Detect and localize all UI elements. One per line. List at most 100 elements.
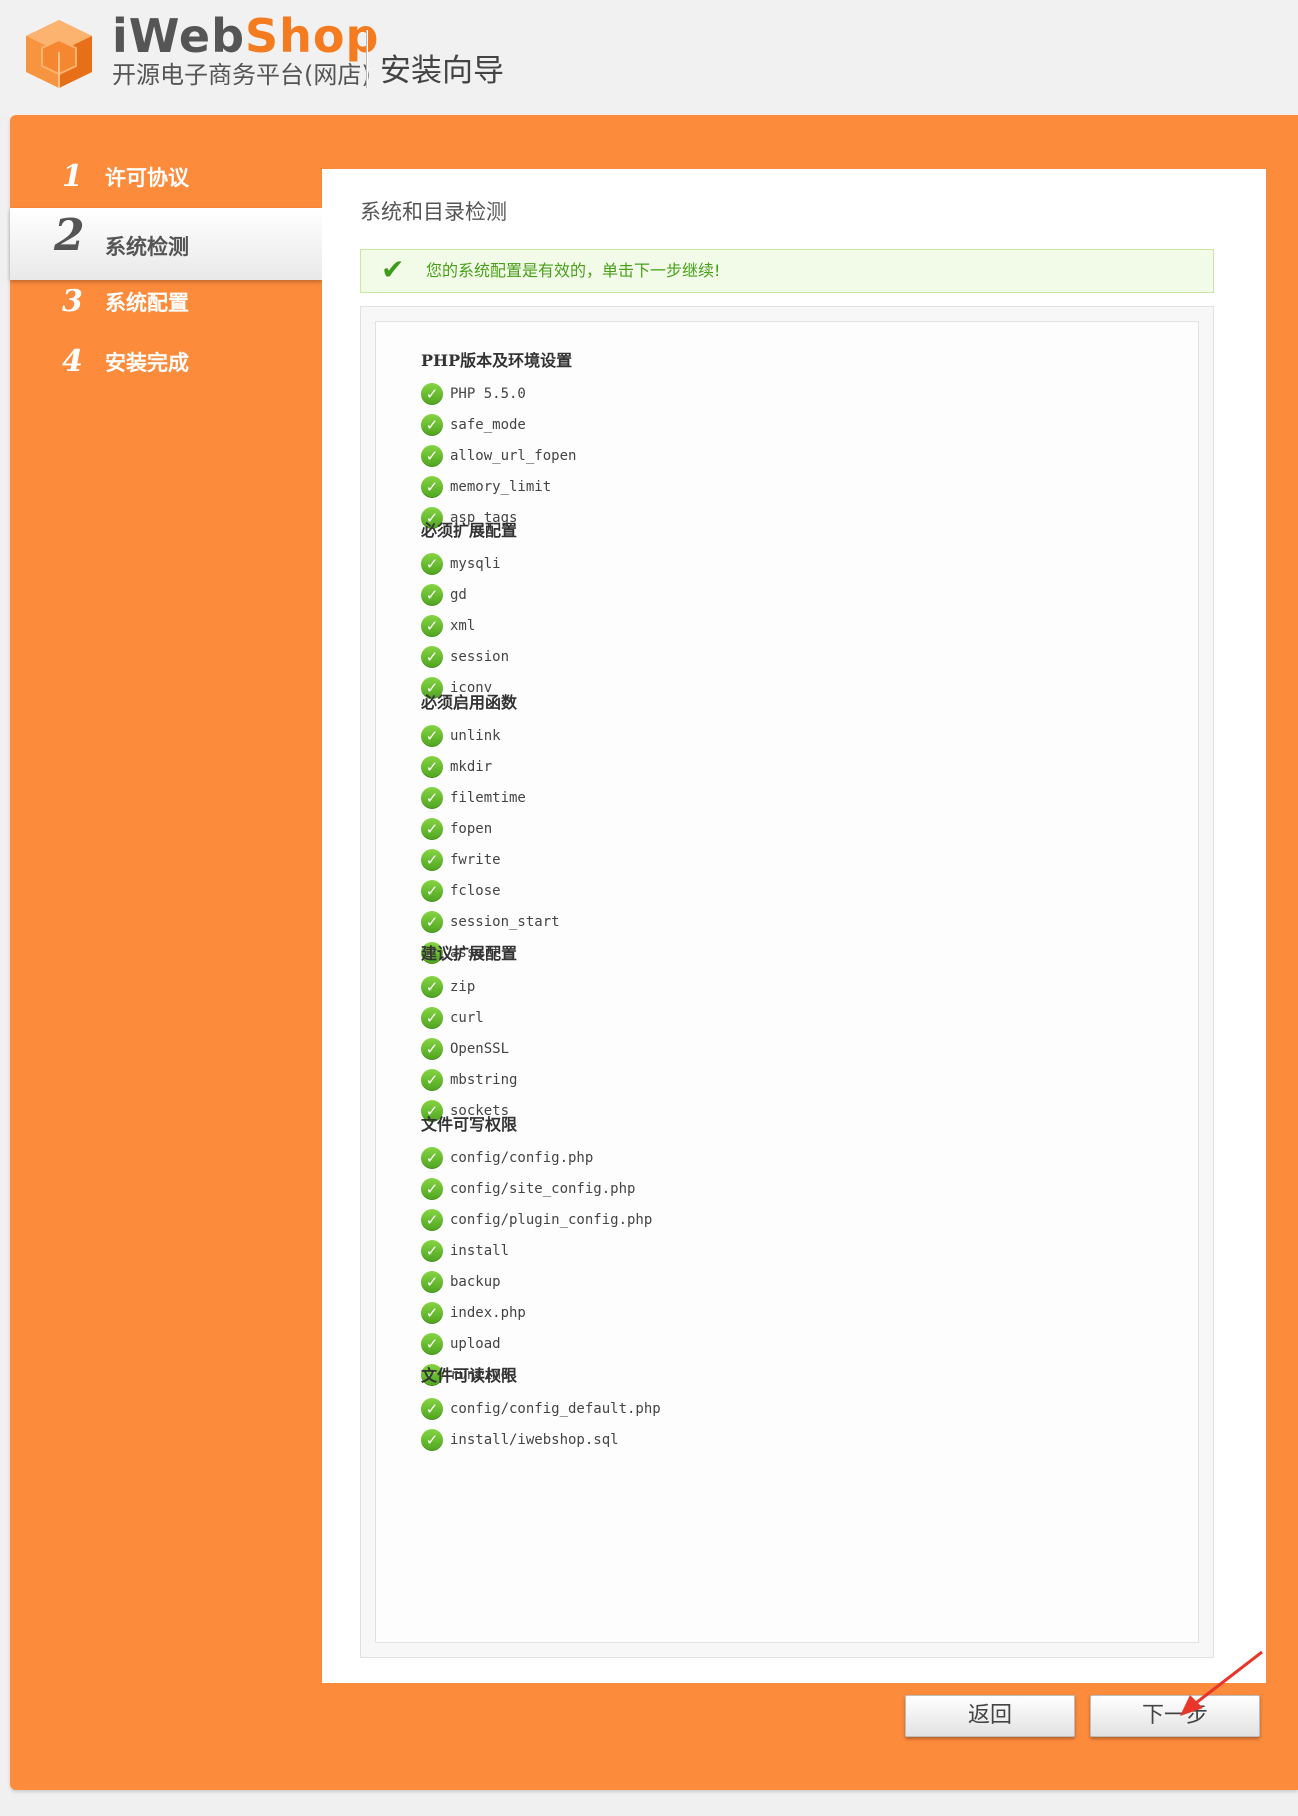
header-divider: [366, 30, 367, 88]
green-check-circle-icon: ✓: [421, 1068, 443, 1091]
check-item-label: install/iwebshop.sql: [450, 1431, 619, 1448]
check-group-title: 文件可写权限: [421, 1115, 518, 1134]
check-item-label: mysqli: [450, 555, 501, 572]
green-check-circle-icon: ✓: [421, 1239, 443, 1262]
green-check-circle-icon: ✓: [421, 583, 443, 606]
check-item-label: filemtime: [450, 789, 526, 806]
check-item-label: config/site_config.php: [450, 1180, 636, 1197]
brand-name: iWebShop: [112, 6, 379, 66]
green-check-circle-icon: ✓: [421, 1037, 443, 1060]
green-check-circle-icon: ✓: [421, 879, 443, 902]
check-group-title: 建议扩展配置: [421, 944, 518, 963]
check-item: ✓ session_start: [421, 906, 560, 937]
green-check-circle-icon: ✓: [421, 975, 443, 998]
check-item-label: mbstring: [450, 1071, 518, 1088]
check-item: ✓ install/iwebshop.sql: [421, 1424, 661, 1455]
check-item-label: index.php: [450, 1304, 526, 1321]
green-check-circle-icon: ✓: [421, 1146, 443, 1169]
check-item: ✓ fopen: [421, 813, 560, 844]
check-item-label: backup: [450, 1273, 501, 1290]
check-item-label: curl: [450, 1009, 484, 1026]
step-number: 3: [62, 284, 83, 319]
check-item-label: session: [450, 648, 510, 665]
check-item-label: fopen: [450, 820, 493, 837]
step-license[interactable]: 1 许可协议: [10, 145, 322, 217]
check-group-title: PHP版本及环境设置: [421, 351, 573, 370]
check-item-label: config/config_default.php: [450, 1400, 661, 1417]
check-item: ✓ upload: [421, 1328, 652, 1359]
checkmark-icon: ✔: [381, 253, 405, 286]
check-item: ✓ curl: [421, 1002, 517, 1033]
green-check-circle-icon: ✓: [421, 1332, 443, 1355]
check-item-label: install: [450, 1242, 510, 1259]
green-check-circle-icon: ✓: [421, 413, 443, 436]
check-group: 必须扩展配置 ✓ mysqli ✓ gd ✓ xml ✓ session ✓ iconv: [421, 514, 517, 703]
step-install-complete[interactable]: 4 安装完成: [10, 330, 322, 402]
green-check-circle-icon: ✓: [421, 475, 443, 498]
green-check-circle-icon: ✓: [421, 552, 443, 575]
check-item: ✓ config/config_default.php: [421, 1393, 661, 1424]
step-label: 系统配置: [105, 291, 189, 315]
brand-tagline: 开源电子商务平台(网店): [112, 61, 371, 89]
check-item-label: PHP 5.5.0: [450, 385, 526, 402]
success-message: 您的系统配置是有效的，单击下一步继续!: [426, 261, 721, 280]
check-item: ✓ zip: [421, 971, 517, 1002]
check-item-label: fwrite: [450, 851, 501, 868]
step-number: 2: [54, 210, 85, 261]
check-item: ✓ memory_limit: [421, 471, 576, 502]
check-group-title: 文件可读权限: [421, 1366, 518, 1385]
check-item: ✓ session: [421, 641, 517, 672]
green-check-circle-icon: ✓: [421, 1006, 443, 1029]
green-check-circle-icon: ✓: [421, 645, 443, 668]
check-group: 建议扩展配置 ✓ zip ✓ curl ✓ OpenSSL ✓ mbstring ✓ sockets: [421, 937, 517, 1126]
step-label: 许可协议: [105, 166, 189, 190]
check-item: ✓ fwrite: [421, 844, 560, 875]
check-item-label: memory_limit: [450, 478, 552, 495]
check-item: ✓ index.php: [421, 1297, 652, 1328]
green-check-circle-icon: ✓: [421, 848, 443, 871]
check-item: ✓ fclose: [421, 875, 560, 906]
green-check-circle-icon: ✓: [421, 444, 443, 467]
check-item: ✓ filemtime: [421, 782, 560, 813]
check-item-label: allow_url_fopen: [450, 447, 577, 464]
wizard-title: 安装向导: [380, 53, 504, 89]
check-group-title: 必须启用函数: [421, 693, 518, 712]
check-item: ✓ allow_url_fopen: [421, 440, 576, 471]
green-check-circle-icon: ✓: [421, 1208, 443, 1231]
check-item: ✓ gd: [421, 579, 517, 610]
check-item-label: mkdir: [450, 758, 493, 775]
check-item-label: upload: [450, 1335, 501, 1352]
green-check-circle-icon: ✓: [421, 786, 443, 809]
check-item: ✓ safe_mode: [421, 409, 576, 440]
check-item-label: config/plugin_config.php: [450, 1211, 653, 1228]
brand-name-part2: Shop: [245, 9, 380, 63]
check-item-label: safe_mode: [450, 416, 526, 433]
success-notice: ✔ 您的系统配置是有效的，单击下一步继续!: [360, 249, 1214, 293]
check-item-label: zip: [450, 978, 476, 995]
check-group: PHP版本及环境设置 ✓ PHP 5.5.0 ✓ safe_mode ✓ allow_url…: [421, 344, 576, 533]
check-item: ✓ mysqli: [421, 548, 517, 579]
green-check-circle-icon: ✓: [421, 817, 443, 840]
green-check-circle-icon: ✓: [421, 614, 443, 637]
check-item: ✓ unlink: [421, 720, 560, 751]
green-check-circle-icon: ✓: [421, 755, 443, 778]
back-button[interactable]: 返回: [905, 1695, 1075, 1737]
step-label: 安装完成: [105, 351, 189, 375]
check-list[interactable]: PHP版本及环境设置 ✓ PHP 5.5.0 ✓ safe_mode ✓ allow_url…: [375, 321, 1199, 1643]
step-number: 1: [62, 159, 83, 194]
main-panel: 1 许可协议 2 系统检测 3 系统配置 4 安装完成 系统和目录检测 ✔ 您的…: [10, 115, 1298, 1790]
green-check-circle-icon: ✓: [421, 910, 443, 933]
check-group: 必须启用函数 ✓ unlink ✓ mkdir ✓ filemtime ✓ fopen ✓ fwri…: [421, 686, 560, 968]
step-label: 系统检测: [105, 235, 189, 259]
green-check-circle-icon: ✓: [421, 1397, 443, 1420]
green-check-circle-icon: ✓: [421, 1301, 443, 1324]
content-panel: 系统和目录检测 ✔ 您的系统配置是有效的，单击下一步继续! PHP版本及环境设置…: [322, 169, 1266, 1683]
step-number: 4: [62, 344, 83, 379]
check-item: ✓ backup: [421, 1266, 652, 1297]
check-item: ✓ OpenSSL: [421, 1033, 517, 1064]
check-list-frame: PHP版本及环境设置 ✓ PHP 5.5.0 ✓ safe_mode ✓ allow_url…: [360, 306, 1214, 1658]
check-item: ✓ mbstring: [421, 1064, 517, 1095]
annotation-arrow-icon: [1180, 1650, 1263, 1716]
logo-cube-icon: [26, 20, 92, 88]
check-item: ✓ config/config.php: [421, 1142, 652, 1173]
